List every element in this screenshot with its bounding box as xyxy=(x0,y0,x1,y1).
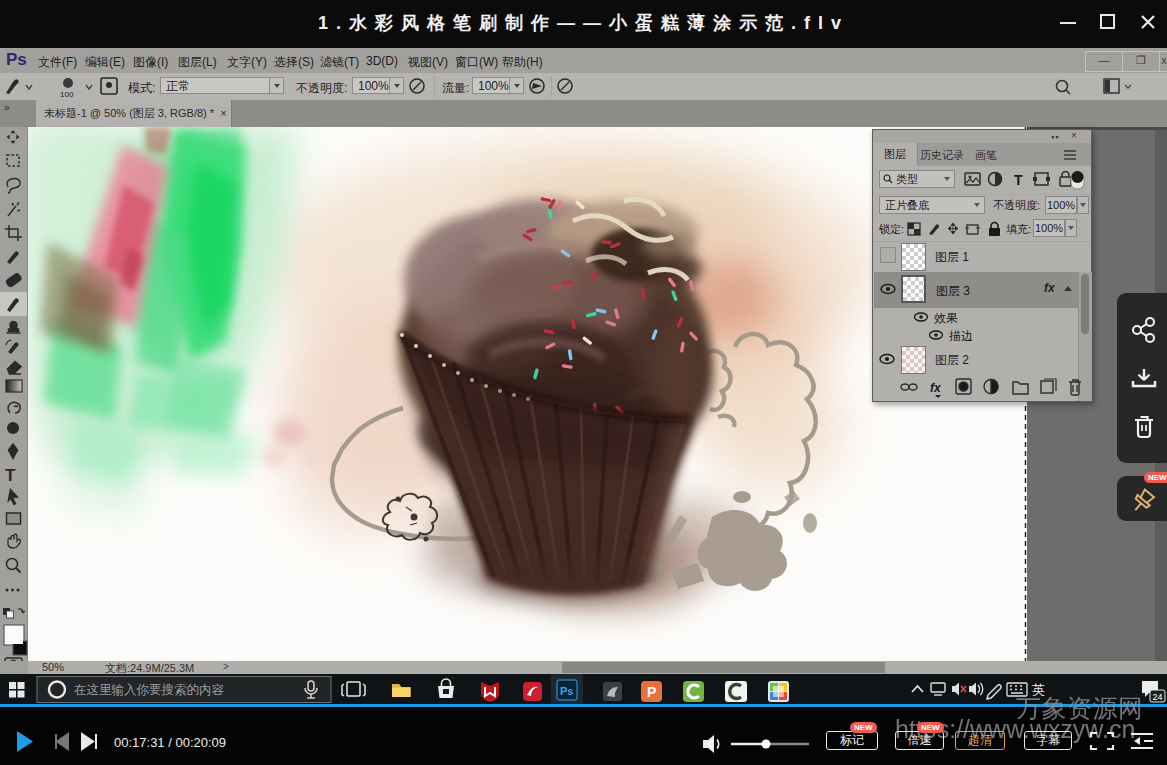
svg-text:Ps: Ps xyxy=(560,685,573,697)
svg-text:24: 24 xyxy=(1153,692,1163,702)
svg-text:P: P xyxy=(647,684,656,700)
svg-text:T: T xyxy=(1014,172,1023,188)
svg-text:100: 100 xyxy=(60,90,74,99)
svg-text:T: T xyxy=(5,466,16,485)
svg-text:fx: fx xyxy=(930,381,942,395)
svg-text:在这里输入你要搜索的内容: 在这里输入你要搜索的内容 xyxy=(74,683,225,697)
